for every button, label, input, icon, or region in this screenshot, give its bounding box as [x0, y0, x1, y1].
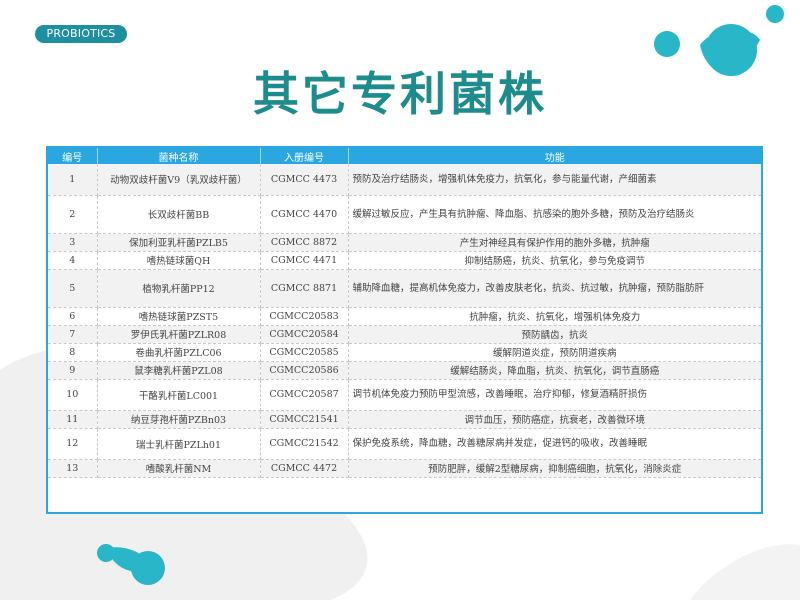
- header-registration-code: 入册编号: [260, 148, 349, 164]
- table-row: 3 保加利亚乳杆菌PZLB5 CGMCC 8872 产生对神经具有保护作用的胞外多糖，…: [48, 233, 761, 252]
- row-number: 1: [48, 164, 98, 196]
- table-row: 7 罗伊氏乳杆菌PZLR08 CGMCC20584 预防龋齿，抗炎: [48, 325, 761, 344]
- row-registration-code: CGMCC21542: [260, 428, 349, 460]
- row-strain-name: 鼠李糖乳杆菌PZL08: [97, 361, 261, 380]
- row-strain-name: 罗伊氏乳杆菌PZLR08: [97, 325, 261, 344]
- table-row: 9 鼠李糖乳杆菌PZL08 CGMCC20586 缓解结肠炎，降血脂，抗炎、抗氧化，调…: [48, 361, 761, 380]
- strain-table-container: 编号 菌种名称 入册编号 功能 1 动物双歧杆菌V9（乳双歧杆菌） CGMCC 44…: [46, 146, 763, 514]
- row-number: 6: [48, 307, 98, 326]
- row-strain-name: 卷曲乳杆菌PZLC06: [97, 343, 261, 362]
- row-registration-code: CGMCC20586: [260, 361, 349, 380]
- header-number: 编号: [48, 148, 98, 164]
- row-function: 调节机体免疫力预防甲型流感，改善睡眠，治疗抑郁，修复酒精肝损伤: [348, 379, 761, 411]
- row-registration-code: CGMCC 4470: [260, 195, 349, 234]
- row-strain-name: 动物双歧杆菌V9（乳双歧杆菌）: [97, 164, 261, 196]
- row-function: 缓解结肠炎，降血脂，抗炎、抗氧化，调节直肠癌: [348, 361, 761, 380]
- table-body: 1 动物双歧杆菌V9（乳双歧杆菌） CGMCC 4473 预防及治疗结肠炎，增强机体免…: [48, 164, 761, 478]
- table-row: 5 植物乳杆菌PP12 CGMCC 8871 辅助降血糖，提高机体免疫力，改善皮肤老化…: [48, 269, 761, 308]
- row-strain-name: 干酪乳杆菌LC001: [97, 379, 261, 411]
- row-strain-name: 嗜热链球菌QH: [97, 251, 261, 270]
- row-function: 预防龋齿，抗炎: [348, 325, 761, 344]
- row-function: 预防及治疗结肠炎，增强机体免疫力，抗氧化，参与能量代谢，产细菌素: [348, 164, 761, 196]
- row-function: 抑制结肠癌，抗炎、抗氧化，参与免疫调节: [348, 251, 761, 270]
- header-function: 功能: [348, 148, 761, 164]
- row-function: 预防肥胖，缓解2型糖尿病，抑制癌细胞，抗氧化，消除炎症: [348, 459, 761, 478]
- table-row: 10 干酪乳杆菌LC001 CGMCC20587 调节机体免疫力预防甲型流感，改善睡眠…: [48, 379, 761, 411]
- row-number: 10: [48, 379, 98, 411]
- row-function: 缓解过敏反应，产生具有抗肿瘤、降血脂、抗感染的胞外多糖，预防及治疗结肠炎: [348, 195, 761, 234]
- row-function: 抗肿瘤，抗炎、抗氧化，增强机体免疫力: [348, 307, 761, 326]
- teal-dot-shape: [766, 5, 784, 23]
- row-number: 2: [48, 195, 98, 234]
- row-number: 4: [48, 251, 98, 270]
- gray-blob-shape: [690, 544, 800, 600]
- row-strain-name: 嗜酸乳杆菌NM: [97, 459, 261, 478]
- table-row: 13 嗜酸乳杆菌NM CGMCC 4472 预防肥胖，缓解2型糖尿病，抑制癌细胞，抗氧…: [48, 459, 761, 478]
- row-number: 13: [48, 459, 98, 478]
- row-number: 11: [48, 410, 98, 429]
- table-row: 12 瑞士乳杆菌PZLh01 CGMCC21542 保护免疫系统，降血糖，改善糖尿病并…: [48, 428, 761, 460]
- row-registration-code: CGMCC 8871: [260, 269, 349, 308]
- row-number: 3: [48, 233, 98, 252]
- row-registration-code: CGMCC20587: [260, 379, 349, 411]
- row-function: 保护免疫系统，降血糖，改善糖尿病并发症，促进钙的吸收，改善睡眠: [348, 428, 761, 460]
- row-registration-code: CGMCC21541: [260, 410, 349, 429]
- row-strain-name: 植物乳杆菌PP12: [97, 269, 261, 308]
- table-row: 2 长双歧杆菌BB CGMCC 4470 缓解过敏反应，产生具有抗肿瘤、降血脂、抗感染…: [48, 195, 761, 234]
- row-registration-code: CGMCC20585: [260, 343, 349, 362]
- header-strain-name: 菌种名称: [97, 148, 261, 164]
- probiotics-badge: PROBIOTICS: [35, 25, 127, 43]
- row-registration-code: CGMCC 4471: [260, 251, 349, 270]
- row-function: 缓解阴道炎症，预防阴道疾病: [348, 343, 761, 362]
- row-registration-code: CGMCC 8872: [260, 233, 349, 252]
- row-registration-code: CGMCC 4472: [260, 459, 349, 478]
- table-row: 1 动物双歧杆菌V9（乳双歧杆菌） CGMCC 4473 预防及治疗结肠炎，增强机体免…: [48, 164, 761, 196]
- row-number: 12: [48, 428, 98, 460]
- row-number: 7: [48, 325, 98, 344]
- row-function: 辅助降血糖，提高机体免疫力，改善皮肤老化，抗炎、抗过敏，抗肿瘤，预防脂肪肝: [348, 269, 761, 308]
- table-row: 6 嗜热链球菌PZST5 CGMCC20583 抗肿瘤，抗炎、抗氧化，增强机体免疫力: [48, 307, 761, 326]
- row-function: 调节血压，预防癌症，抗衰老，改善微环境: [348, 410, 761, 429]
- row-number: 9: [48, 361, 98, 380]
- row-strain-name: 长双歧杆菌BB: [97, 195, 261, 234]
- row-registration-code: CGMCC 4473: [260, 164, 349, 196]
- strain-table: 编号 菌种名称 入册编号 功能 1 动物双歧杆菌V9（乳双歧杆菌） CGMCC 44…: [48, 148, 761, 478]
- row-strain-name: 保加利亚乳杆菌PZLB5: [97, 233, 261, 252]
- page-title: 其它专利菌株: [253, 67, 547, 121]
- row-strain-name: 嗜热链球菌PZST5: [97, 307, 261, 326]
- table-row: 4 嗜热链球菌QH CGMCC 4471 抑制结肠癌，抗炎、抗氧化，参与免疫调节: [48, 251, 761, 270]
- row-function: 产生对神经具有保护作用的胞外多糖，抗肿瘤: [348, 233, 761, 252]
- teal-dot-shape: [654, 31, 680, 57]
- table-row: 11 纳豆芽孢杆菌PZBn03 CGMCC21541 调节血压，预防癌症，抗衰老，改善…: [48, 410, 761, 429]
- row-number: 5: [48, 269, 98, 308]
- row-strain-name: 纳豆芽孢杆菌PZBn03: [97, 410, 261, 429]
- row-registration-code: CGMCC20583: [260, 307, 349, 326]
- row-registration-code: CGMCC20584: [260, 325, 349, 344]
- badge-label: PROBIOTICS: [46, 27, 116, 40]
- row-strain-name: 瑞士乳杆菌PZLh01: [97, 428, 261, 460]
- row-number: 8: [48, 343, 98, 362]
- table-row: 8 卷曲乳杆菌PZLC06 CGMCC20585 缓解阴道炎症，预防阴道疾病: [48, 343, 761, 362]
- table-header-row: 编号 菌种名称 入册编号 功能: [48, 148, 761, 164]
